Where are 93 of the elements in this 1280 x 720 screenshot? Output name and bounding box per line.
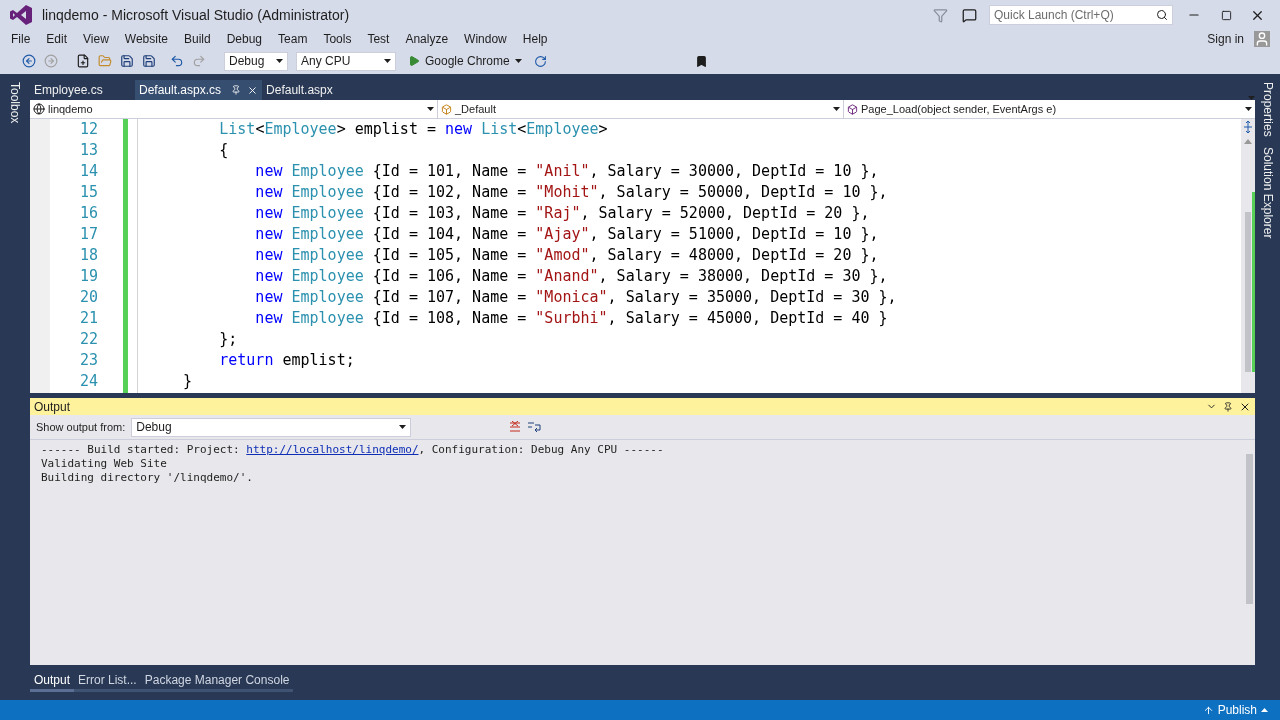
code-line: }	[182, 371, 193, 393]
menu-item[interactable]: Website	[116, 30, 176, 48]
side-tab[interactable]: Properties	[1258, 82, 1277, 137]
search-icon	[1156, 9, 1168, 21]
pin-icon[interactable]	[1223, 401, 1233, 412]
line-number: 18	[79, 245, 98, 267]
restore-icon[interactable]	[1221, 9, 1232, 21]
bookmark-icon[interactable]	[694, 54, 708, 68]
code-line: return emplist;	[218, 350, 355, 372]
code-line: new Employee {Id = 104, Name = "Ajay", Salary = 51000, DeptId = 10 },	[254, 224, 879, 246]
caret-icon	[276, 59, 283, 63]
sign-in-link[interactable]: Sign in	[1207, 30, 1244, 48]
save-icon[interactable]	[120, 54, 134, 68]
menu-item[interactable]: Help	[514, 30, 556, 48]
pin-icon[interactable]	[231, 85, 242, 95]
caret-icon	[427, 107, 434, 111]
undo-icon[interactable]	[170, 54, 184, 68]
side-tab[interactable]: Toolbox	[6, 82, 24, 124]
menu-item[interactable]: Analyze	[397, 30, 457, 48]
member-dropdown[interactable]: Page_Load(object sender, EventArgs e)	[844, 100, 1255, 118]
menu-item[interactable]: Tools	[315, 30, 360, 48]
publish-button[interactable]: Publish	[1202, 701, 1268, 719]
output-line: Validating Web Site	[41, 457, 168, 471]
code-line: new Employee {Id = 106, Name = "Anand", Salary = 38000, DeptId = 30 },	[254, 266, 888, 288]
platform-dropdown[interactable]: Any CPU	[296, 51, 396, 71]
code-line: {	[218, 140, 229, 162]
line-number: 24	[79, 371, 98, 393]
code-line: new Employee {Id = 107, Name = "Monica", Salary = 35000, DeptId = 30 },	[254, 287, 897, 309]
code-line: new Employee {Id = 102, Name = "Mohit", Salary = 50000, DeptId = 10 },	[254, 182, 888, 204]
account-icon[interactable]	[1254, 31, 1270, 47]
save-all-icon[interactable]	[142, 54, 156, 68]
close-tab-icon[interactable]	[247, 84, 259, 96]
menu-item[interactable]: Debug	[218, 30, 271, 48]
panel-tab[interactable]: Output	[30, 670, 75, 692]
line-number: 19	[79, 266, 98, 288]
line-number: 16	[79, 203, 98, 225]
field-label: Show output from:	[36, 419, 126, 435]
line-number: 21	[79, 308, 98, 330]
menu-item[interactable]: File	[3, 30, 39, 48]
line-number: 17	[79, 224, 98, 246]
back-icon[interactable]	[22, 54, 36, 68]
line-number: 14	[79, 161, 98, 183]
feedback-icon[interactable]	[962, 7, 977, 23]
app-logo-icon	[10, 5, 32, 25]
new-project-icon[interactable]	[76, 54, 90, 68]
menu-item[interactable]: Test	[359, 30, 398, 48]
side-tab[interactable]: Solution Explorer	[1258, 146, 1277, 239]
line-number: 22	[79, 329, 98, 351]
class-icon	[441, 103, 452, 115]
caret-icon	[833, 107, 840, 111]
split-icon[interactable]	[1243, 121, 1253, 133]
configuration-dropdown[interactable]: Debug	[224, 51, 288, 71]
code-line: new Employee {Id = 108, Name = "Surbhi", Salary = 45000, DeptId = 40 }	[254, 308, 888, 330]
panel-title: Output	[34, 398, 72, 416]
caret-icon	[384, 59, 391, 63]
caret-icon	[514, 59, 522, 63]
project-link[interactable]: http://localhost/linqdemo/	[246, 443, 419, 456]
output-line: ------ Build started: Project: http://localhost/linqdemo/, Configuration: Debug Any CPU ------	[41, 443, 665, 457]
document-tab[interactable]: Default.aspx.cs	[135, 80, 263, 100]
output-line: Building directory '/linqdemo/'.	[41, 471, 254, 485]
line-number: 20	[79, 287, 98, 309]
menu-item[interactable]: Window	[456, 30, 515, 48]
menu-item[interactable]: View	[75, 30, 117, 48]
menu-item[interactable]: Build	[175, 30, 219, 48]
line-number: 23	[79, 350, 98, 372]
code-line: new Employee {Id = 101, Name = "Anil", Salary = 30000, DeptId = 10 },	[254, 161, 879, 183]
code-line: };	[218, 329, 238, 351]
refresh-icon[interactable]	[533, 54, 547, 68]
caret-icon	[1261, 708, 1268, 712]
panel-tab[interactable]: Package Manager Console	[140, 670, 294, 692]
menu-item[interactable]: Team	[270, 30, 316, 48]
play-icon	[408, 55, 420, 67]
window-title: linqdemo - Microsoft Visual Studio (Administrator)	[42, 5, 350, 25]
code-line: new Employee {Id = 103, Name = "Raj", Salary = 52000, DeptId = 20 },	[254, 203, 870, 225]
vertical-scrollbar[interactable]	[1241, 119, 1255, 393]
code-line: List<Employee> emplist = new List<Employee>	[218, 119, 608, 141]
line-number: 12	[79, 119, 98, 141]
line-number: 13	[79, 140, 98, 162]
run-button[interactable]: Google Chrome	[408, 52, 522, 70]
globe-icon	[33, 103, 45, 115]
line-number: 15	[79, 182, 98, 204]
code-line: new Employee {Id = 105, Name = "Amod", Salary = 48000, DeptId = 20 },	[254, 245, 879, 267]
caret-icon	[399, 425, 407, 429]
upload-icon	[1202, 704, 1214, 716]
method-icon	[847, 103, 858, 115]
project-dropdown[interactable]: linqdemo	[30, 100, 438, 118]
quick-launch-field[interactable]: Quick Launch (Ctrl+Q)	[989, 5, 1173, 25]
clear-all-icon[interactable]	[509, 421, 522, 433]
output-source-dropdown[interactable]: Debug	[131, 417, 412, 437]
class-dropdown[interactable]: _Default	[438, 100, 844, 118]
panel-tab[interactable]: Error List...	[74, 670, 141, 692]
word-wrap-icon[interactable]	[527, 421, 542, 433]
menu-item[interactable]: Edit	[38, 30, 76, 48]
